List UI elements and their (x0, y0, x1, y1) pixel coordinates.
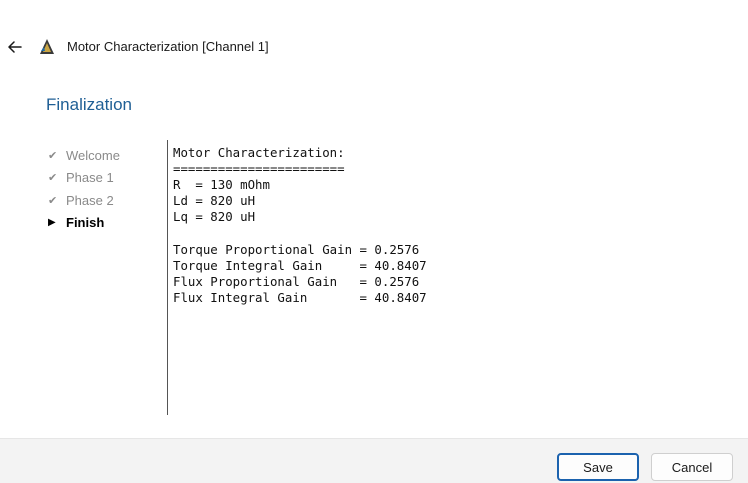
cancel-button[interactable]: Cancel (651, 453, 733, 481)
step-label: Welcome (66, 147, 120, 163)
back-arrow-icon (8, 41, 22, 53)
step-finish: ▶ Finish (48, 212, 158, 235)
current-step-arrow-icon: ▶ (48, 217, 56, 229)
report-line (173, 225, 427, 241)
check-icon: ✔ (48, 194, 58, 207)
title-bar: Motor Characterization [Channel 1] (0, 0, 748, 54)
characterization-report: Motor Characterization: =================… (173, 145, 427, 306)
step-label: Finish (66, 215, 105, 231)
step-label: Phase 1 (66, 170, 114, 186)
step-phase-2: ✔ Phase 2 (48, 189, 158, 212)
steps-divider (167, 140, 168, 415)
report-line: Torque Proportional Gain = 0.2576 (173, 241, 420, 257)
report-line: Torque Integral Gain = 40.8407 (173, 257, 427, 273)
report-line: R = 130 mOhm (173, 177, 270, 193)
report-line: Motor Characterization: (173, 145, 345, 160)
step-phase-1: ✔ Phase 1 (48, 167, 158, 190)
wizard-steps: ✔ Welcome ✔ Phase 1 ✔ Phase 2 ▶ Finish (48, 144, 158, 234)
step-welcome: ✔ Welcome (48, 144, 158, 167)
report-line: Flux Integral Gain = 40.8407 (173, 289, 427, 305)
report-line: Ld = 820 uH (173, 193, 256, 209)
window-title: Motor Characterization [Channel 1] (67, 39, 269, 54)
report-line: Lq = 820 uH (173, 209, 256, 225)
check-icon: ✔ (48, 172, 58, 185)
save-button[interactable]: Save (557, 453, 639, 481)
step-label: Phase 2 (66, 192, 114, 208)
back-button[interactable] (0, 30, 30, 64)
page-title: Finalization (46, 95, 132, 114)
app-logo-icon (40, 39, 54, 54)
report-line: ======================= (173, 161, 345, 177)
report-line: Flux Proportional Gain = 0.2576 (173, 273, 420, 289)
check-icon: ✔ (48, 149, 58, 162)
